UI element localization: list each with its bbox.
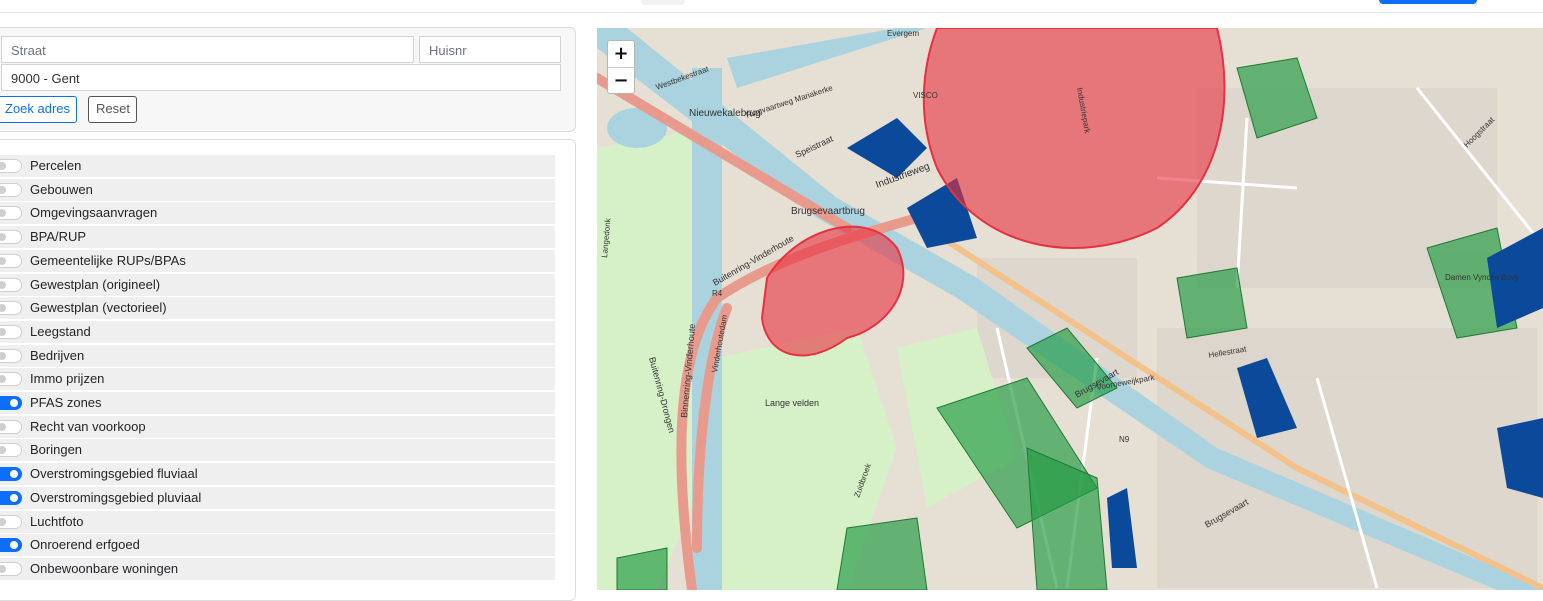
toggle-knob (0, 233, 6, 242)
map-canvas[interactable]: Nieuwekalebrug Brugsevaartbrug Industrie… (597, 28, 1543, 590)
layer-row[interactable]: Recht van voorkoop (0, 415, 555, 438)
zoom-out-button[interactable]: − (608, 68, 634, 94)
toggle-knob (10, 399, 18, 407)
layer-label: Onbewoonbare woningen (30, 560, 179, 576)
layer-row[interactable]: Gewestplan (origineel) (0, 273, 555, 296)
layer-label: PFAS zones (30, 395, 102, 410)
map-label-n9: N9 (1119, 435, 1130, 444)
layer-row[interactable]: Percelen (0, 155, 555, 177)
search-address-button[interactable]: Zoek adres (0, 96, 78, 123)
zoom-control: + − (607, 40, 635, 94)
layer-toggle-switch[interactable] (0, 396, 22, 410)
toggle-knob (0, 256, 6, 265)
layer-toggle-switch[interactable] (0, 561, 22, 576)
layer-toggle-switch[interactable] (0, 301, 22, 316)
layer-label: Gewestplan (origineel) (30, 276, 161, 292)
layer-toggle-switch[interactable] (0, 159, 22, 173)
layer-row[interactable]: Omgevingsaanvragen (0, 202, 555, 225)
layer-row[interactable]: PFAS zones (0, 392, 555, 414)
layer-toggle-switch[interactable] (0, 206, 22, 221)
toggle-knob (0, 422, 6, 431)
toggle-knob (10, 493, 18, 502)
layer-label: Luchtfoto (30, 513, 84, 529)
zoom-in-button[interactable]: + (608, 41, 634, 68)
layers-panel: Percelen Gebouwen Omgevingsaanvragen BPA/RU… (0, 139, 576, 601)
house-number-input[interactable]: Huisnr (419, 36, 561, 63)
toggle-knob (0, 517, 6, 526)
layer-label: Onroerend erfgoed (30, 537, 140, 553)
layer-toggle-switch[interactable] (0, 443, 22, 458)
toggle-knob (0, 446, 6, 455)
layer-label: Immo prijzen (30, 371, 105, 387)
layer-row[interactable]: Gebouwen (0, 178, 555, 201)
layer-toggle-switch[interactable] (0, 419, 22, 434)
layer-toggle-switch[interactable] (0, 277, 22, 292)
map-label-evergem: Evergem (887, 29, 919, 38)
toggle-knob (0, 327, 6, 336)
layer-row[interactable]: Overstromingsgebied pluviaal (0, 486, 555, 509)
toggle-knob (0, 375, 6, 384)
address-search-panel: Straat Huisnr 9000 - Gent Zoek adres Res… (0, 27, 576, 132)
map-label-lange-velden: Lange velden (765, 398, 819, 408)
layer-row[interactable]: Immo prijzen (0, 368, 555, 391)
layer-toggle-switch[interactable] (0, 490, 22, 505)
layer-toggle-switch[interactable] (0, 538, 22, 553)
layer-row[interactable]: Gewestplan (vectorieel) (0, 297, 555, 320)
layer-label: Bedrijven (30, 347, 85, 363)
layer-toggle-switch[interactable] (0, 253, 22, 268)
layer-label: BPA/RUP (30, 229, 87, 245)
layer-row[interactable]: Gemeentelijke RUPs/BPAs (0, 249, 555, 272)
layer-label: Boringen (30, 442, 83, 458)
map-label-damen-vyncke: Damen Vyncke Bovy (1445, 273, 1519, 282)
layer-row[interactable]: Onbewoonbare woningen (0, 557, 555, 580)
layer-toggle-switch[interactable] (0, 372, 22, 387)
layer-toggle-switch[interactable] (0, 324, 22, 339)
city-select[interactable]: 9000 - Gent (1, 64, 561, 91)
nav-primary-button[interactable] (1379, 0, 1477, 4)
map-label-visco: VISCO (913, 91, 938, 100)
layer-row[interactable]: Onroerend erfgoed (0, 534, 555, 557)
layer-row[interactable]: Overstromingsgebied fluviaal (0, 463, 555, 486)
street-input[interactable]: Straat (1, 36, 414, 63)
layer-label: Gemeentelijke RUPs/BPAs (30, 252, 186, 268)
top-navbar (0, 0, 1543, 13)
layer-row[interactable]: Leegstand (0, 320, 555, 343)
toggle-knob (0, 564, 6, 573)
layer-label: Gebouwen (30, 181, 93, 197)
toggle-knob (0, 162, 6, 170)
toggle-knob (0, 351, 6, 360)
map-label-r4: R4 (712, 289, 723, 298)
toggle-knob (10, 470, 18, 479)
layer-row[interactable]: Bedrijven (0, 344, 555, 367)
layer-toggle-switch[interactable] (0, 230, 22, 245)
layer-row[interactable]: BPA/RUP (0, 226, 555, 249)
layer-row[interactable]: Boringen (0, 439, 555, 462)
layer-toggle-switch[interactable] (0, 467, 22, 482)
toggle-knob (0, 280, 6, 289)
layer-label: Leegstand (30, 323, 91, 339)
toggle-knob (0, 185, 6, 194)
nav-tab-active[interactable] (641, 0, 685, 5)
map-label-brugsevaartbrug: Brugsevaartbrug (791, 206, 865, 217)
layer-row[interactable]: Luchtfoto (0, 510, 555, 533)
layer-label: Percelen (30, 158, 82, 173)
layer-toggle-switch[interactable] (0, 514, 22, 529)
layer-label: Recht van voorkoop (30, 418, 146, 434)
toggle-knob (0, 209, 6, 218)
layer-label: Overstromingsgebied fluviaal (30, 466, 198, 482)
map-view[interactable]: Nieuwekalebrug Brugsevaartbrug Industrie… (597, 28, 1543, 590)
toggle-knob (10, 541, 18, 550)
toggle-knob (0, 304, 6, 313)
layer-toggle-switch[interactable] (0, 348, 22, 363)
layer-label: Omgevingsaanvragen (30, 205, 158, 221)
layer-toggle-switch[interactable] (0, 182, 22, 197)
layer-label: Gewestplan (vectorieel) (30, 300, 167, 316)
reset-button[interactable]: Reset (88, 96, 137, 123)
layer-label: Overstromingsgebied pluviaal (30, 489, 202, 505)
